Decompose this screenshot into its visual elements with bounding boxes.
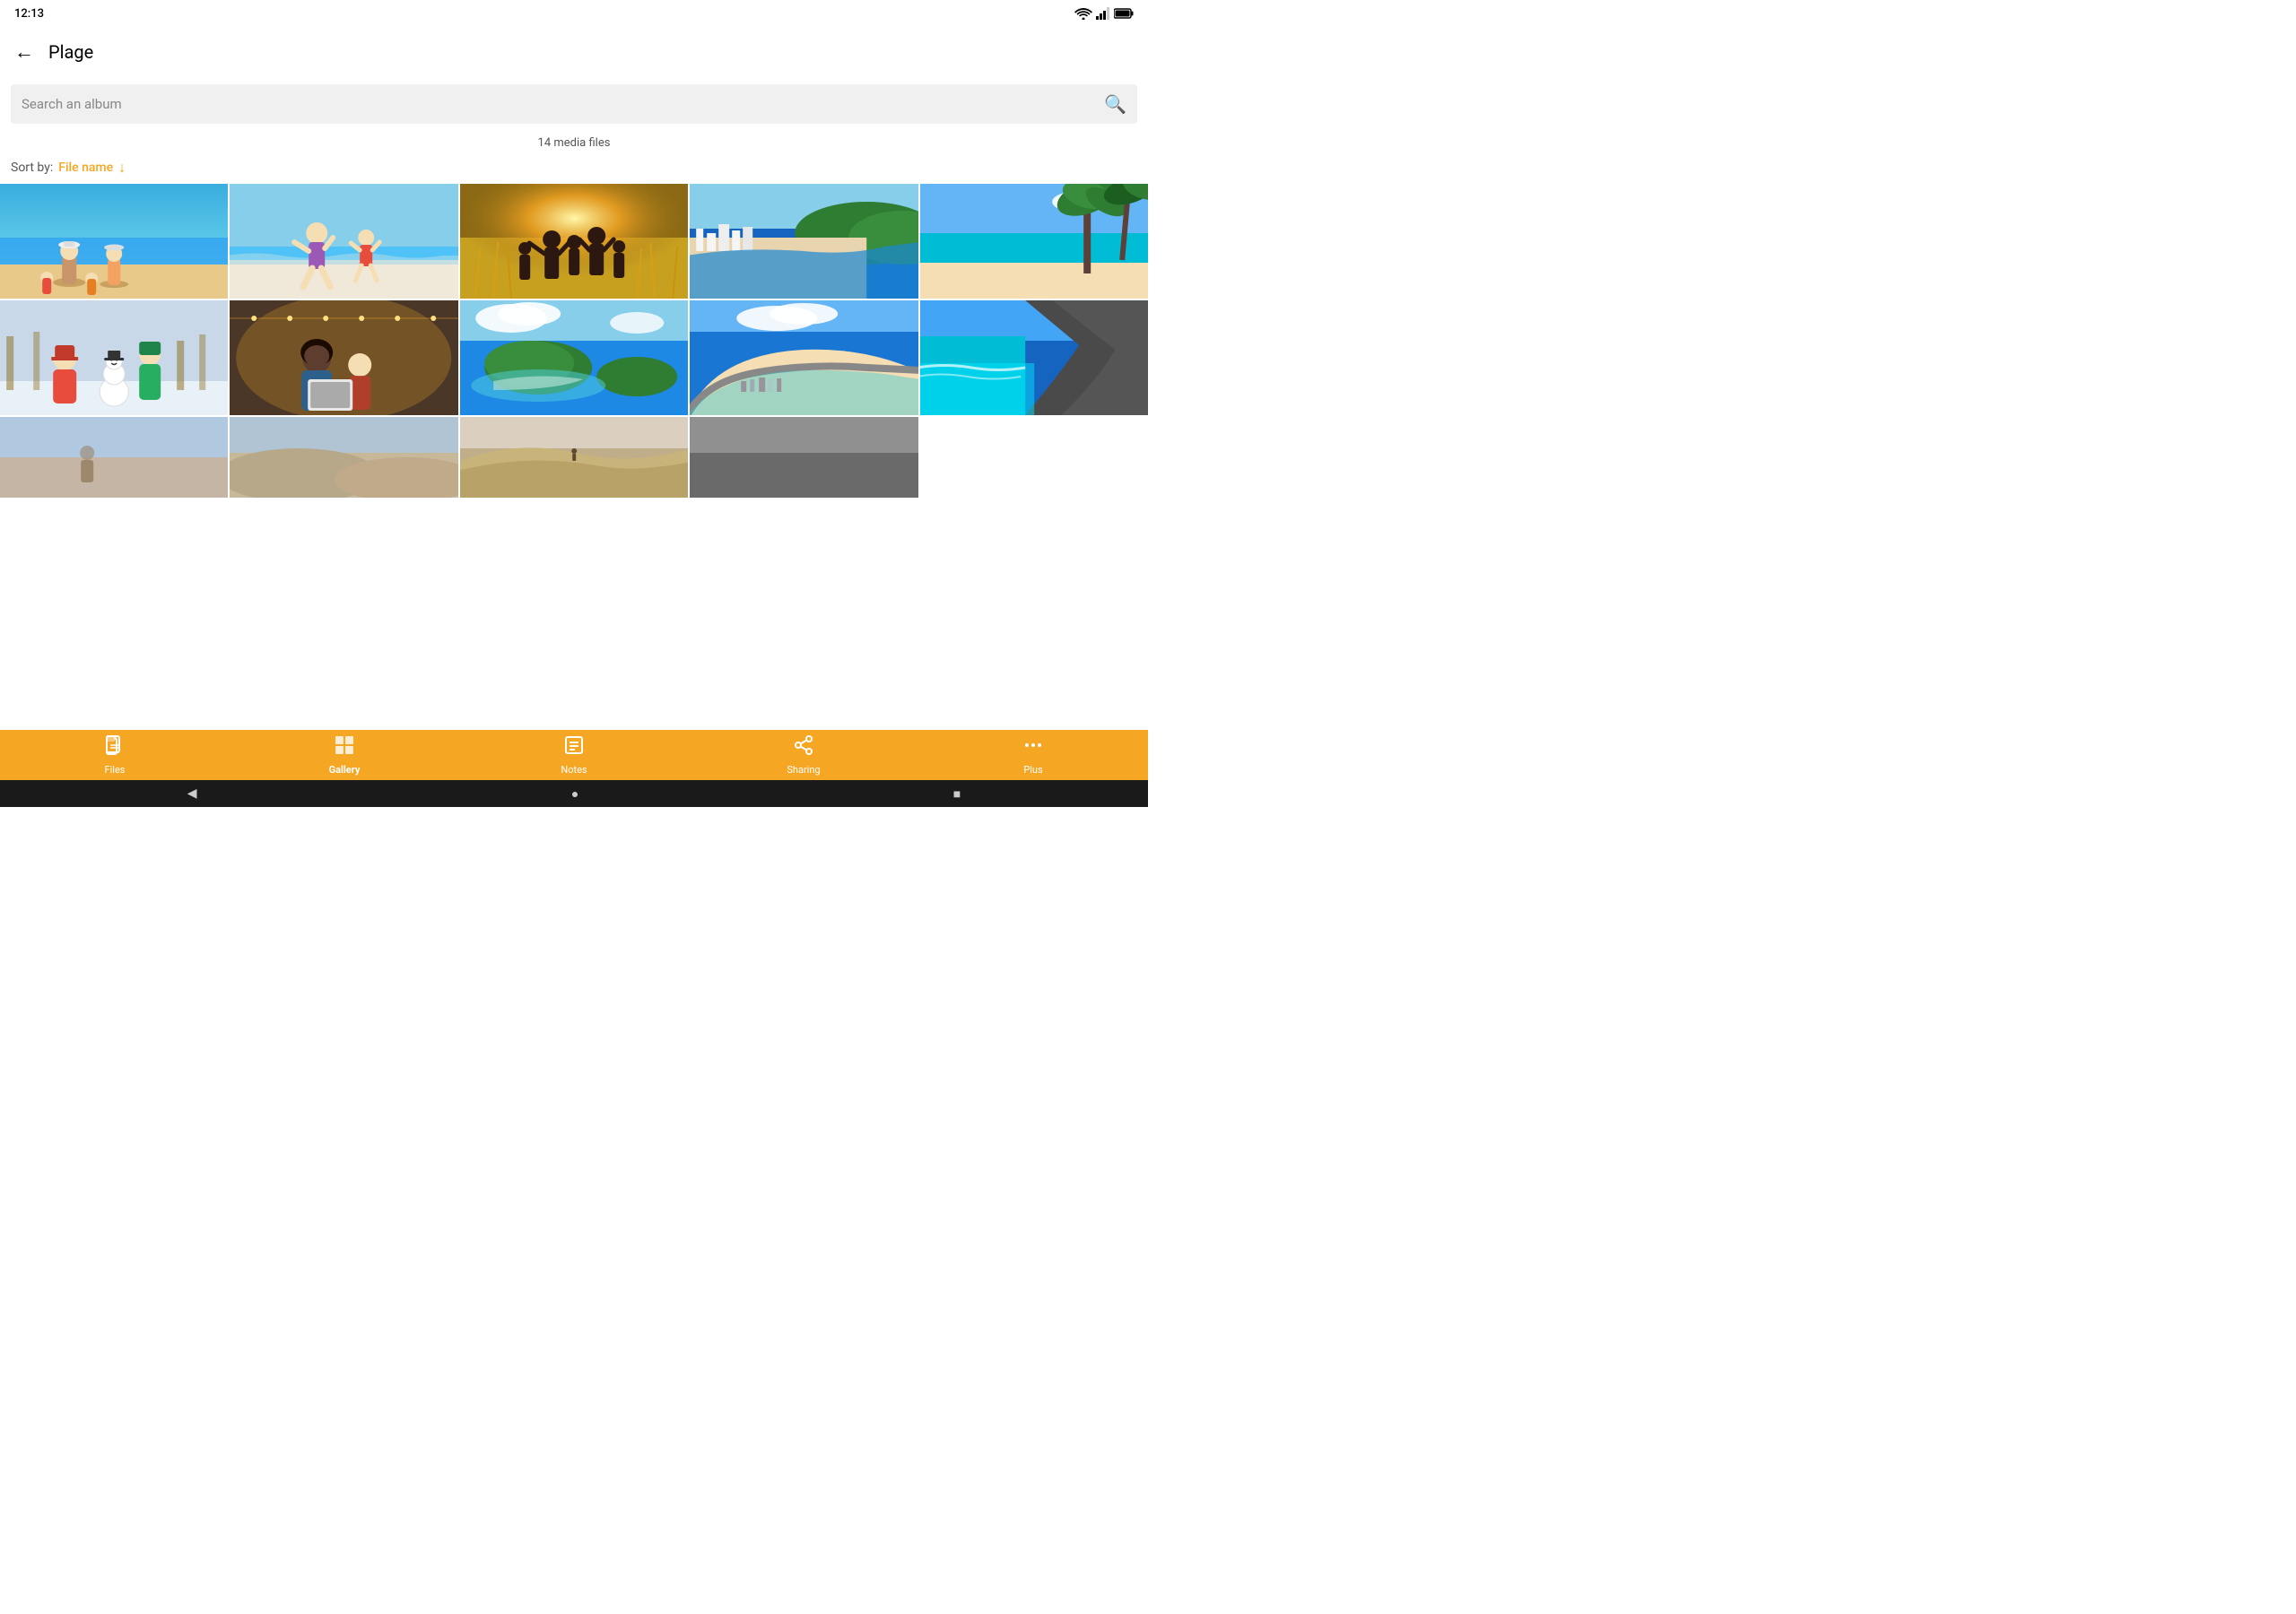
media-count: 14 media files (0, 131, 1148, 155)
photo-tile-10[interactable] (920, 300, 1148, 415)
android-recent[interactable]: ■ (953, 786, 961, 802)
photo-tile-7[interactable] (230, 300, 457, 415)
battery-icon (1114, 8, 1134, 19)
nav-item-files[interactable]: Files (0, 734, 230, 776)
plus-icon (1022, 734, 1044, 761)
nav-label-sharing: Sharing (787, 764, 820, 776)
photo-tile-11[interactable] (0, 417, 228, 498)
search-placeholder: Search an album (22, 96, 122, 112)
photo-tile-3[interactable] (460, 184, 688, 299)
photo-tile-15 (920, 417, 1148, 498)
photo-tile-12[interactable] (230, 417, 457, 498)
photo-grid (0, 184, 1148, 498)
photo-tile-1[interactable] (0, 184, 228, 299)
nav-item-sharing[interactable]: Sharing (689, 734, 918, 776)
android-back[interactable]: ◀ (187, 786, 197, 801)
nav-label-notes: Notes (561, 764, 587, 776)
back-button[interactable]: ← (14, 40, 34, 64)
status-time: 12:13 (14, 7, 44, 21)
signal-icon (1096, 7, 1110, 20)
photo-tile-8[interactable] (460, 300, 688, 415)
sharing-icon (793, 734, 814, 761)
photo-tile-4[interactable] (690, 184, 918, 299)
search-bar[interactable]: Search an album 🔍 (11, 84, 1137, 124)
sort-arrow[interactable]: ↓ (118, 159, 126, 177)
photo-tile-9[interactable] (690, 300, 918, 415)
notes-icon (563, 734, 585, 761)
search-icon[interactable]: 🔍 (1104, 93, 1126, 115)
bottom-nav: Files Gallery Notes (0, 730, 1148, 780)
sort-value[interactable]: File name (58, 161, 113, 175)
nav-item-gallery[interactable]: Gallery (230, 734, 459, 776)
nav-item-notes[interactable]: Notes (459, 734, 689, 776)
android-nav: ◀ ● ■ (0, 780, 1148, 807)
nav-label-files: Files (105, 764, 126, 776)
status-bar: 12:13 (0, 0, 1148, 27)
status-icons (1074, 7, 1134, 20)
header: ← Plage (0, 27, 1148, 77)
android-home[interactable]: ● (571, 786, 578, 802)
nav-item-plus[interactable]: Plus (918, 734, 1148, 776)
nav-label-plus: Plus (1023, 764, 1042, 776)
sort-label: Sort by: (11, 161, 53, 175)
photo-tile-6[interactable] (0, 300, 228, 415)
photo-tile-13[interactable] (460, 417, 688, 498)
photo-tile-2[interactable] (230, 184, 457, 299)
gallery-icon (334, 734, 355, 761)
photo-tile-14[interactable] (690, 417, 918, 498)
page-title: Plage (48, 41, 93, 63)
files-icon (104, 734, 126, 761)
nav-label-gallery: Gallery (329, 764, 361, 776)
wifi-icon (1074, 7, 1092, 20)
photo-tile-5[interactable] (920, 184, 1148, 299)
sort-bar: Sort by: File name ↓ (0, 155, 1148, 184)
